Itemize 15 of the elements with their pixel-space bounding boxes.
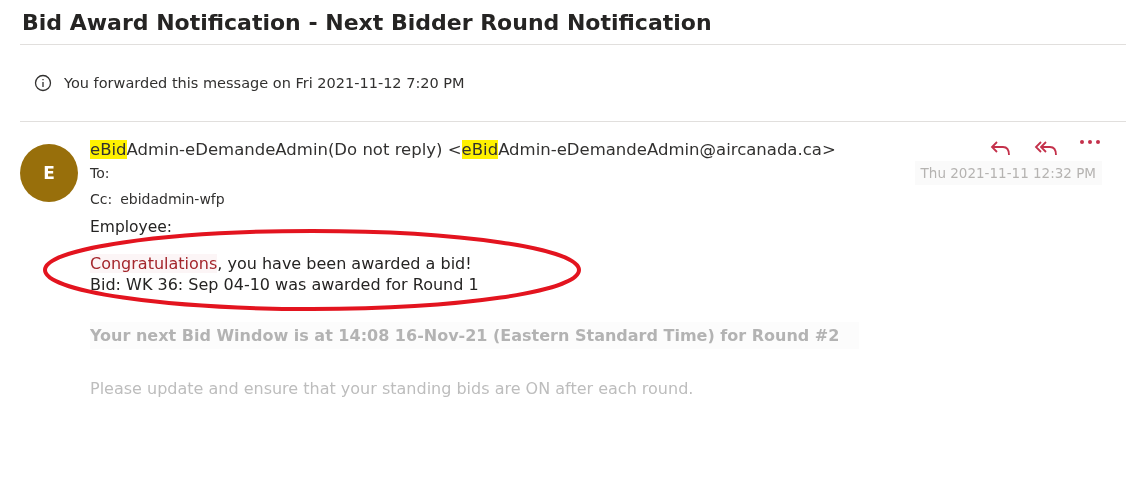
message-subject: Bid Award Notification - Next Bidder Round Notification xyxy=(22,9,713,37)
award-text: Bid: WK 36: Sep 04-10 was awarded for Round 1 xyxy=(90,275,480,294)
to-label: To: xyxy=(90,165,110,181)
greeting-text: Employee: xyxy=(90,218,173,236)
info-icon xyxy=(34,74,52,92)
cc-label: Cc: xyxy=(90,191,113,207)
sender-avatar: E xyxy=(20,144,78,202)
forwarded-notice: You forwarded this message on Fri 2021-11-12 7:20 PM xyxy=(64,75,465,91)
reply-icon xyxy=(990,140,1012,158)
message-timestamp: Thu 2021-11-11 12:32 PM xyxy=(914,161,1102,185)
reply-all-icon xyxy=(1034,140,1058,158)
cc-recipient: ebidadmin-wfp xyxy=(120,191,225,207)
reminder-text: Please update and ensure that your standing bids are ON after each round. xyxy=(90,379,695,398)
award-text: Congratulations, you have been awarded a bid! xyxy=(90,254,473,273)
more-icon xyxy=(1080,140,1100,144)
